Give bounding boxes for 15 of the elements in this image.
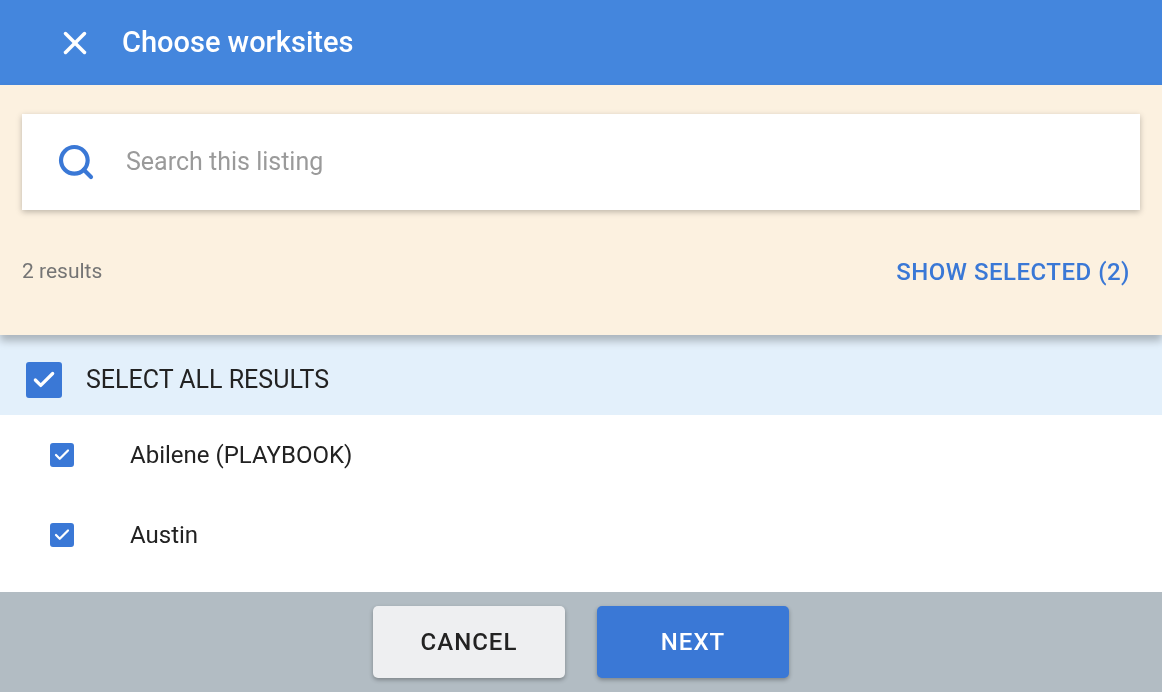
checkbox[interactable]: [50, 443, 74, 467]
checkbox[interactable]: [26, 362, 62, 398]
select-all-row[interactable]: SELECT ALL RESULTS: [0, 335, 1162, 415]
checkbox[interactable]: [50, 523, 74, 547]
next-button[interactable]: NEXT: [597, 606, 789, 678]
worksite-label: Abilene (PLAYBOOK): [130, 440, 353, 471]
results-count: 2 results: [22, 258, 103, 286]
search-bar[interactable]: Search this listing: [22, 114, 1140, 210]
search-icon: [56, 142, 96, 182]
select-all-label: SELECT ALL RESULTS: [86, 364, 330, 397]
dialog-title: Choose worksites: [122, 23, 354, 61]
search-field[interactable]: Search this listing: [126, 143, 1106, 181]
cancel-button[interactable]: CANCEL: [373, 606, 565, 678]
show-selected-link[interactable]: SHOW SELECTED (2): [896, 254, 1130, 290]
worksite-label: Austin: [130, 520, 199, 551]
